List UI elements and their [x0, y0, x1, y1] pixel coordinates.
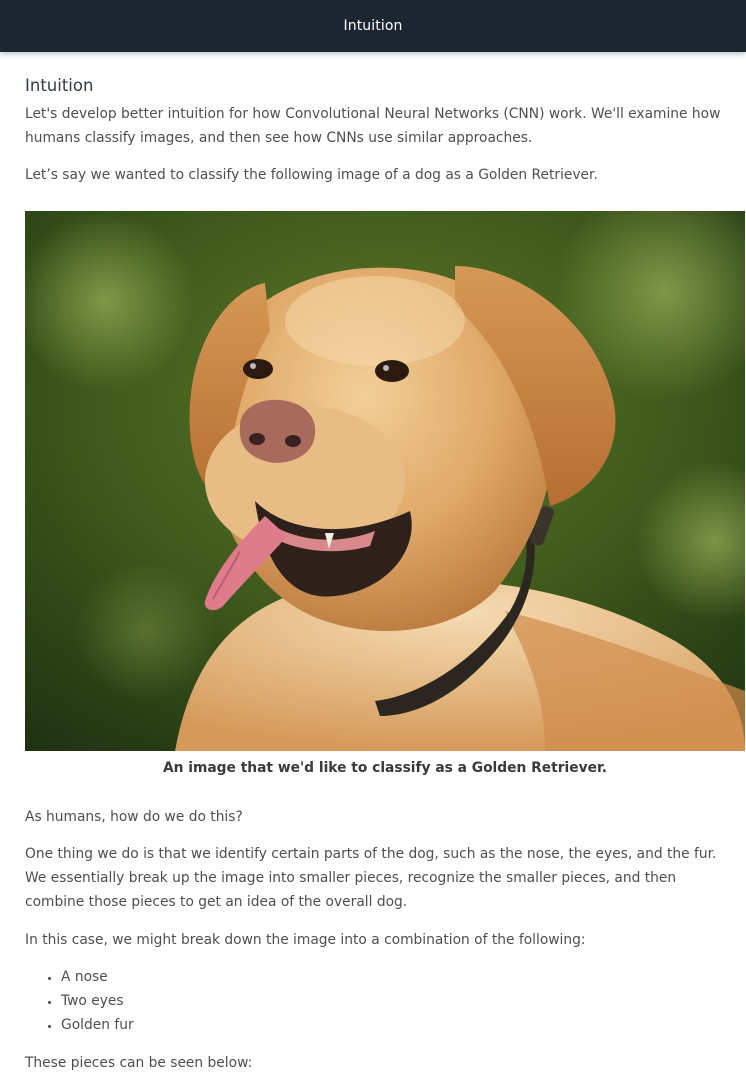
list-item: Golden fur: [61, 1013, 134, 1037]
golden-retriever-image: [25, 211, 745, 751]
classify-paragraph: Let’s say we wanted to classify the foll…: [25, 167, 598, 183]
list-intro-paragraph: In this case, we might break down the im…: [25, 932, 586, 948]
image-caption: An image that we'd like to classify as a…: [162, 760, 608, 776]
explanation-paragraph: One thing we do is that we identify cert…: [25, 846, 717, 910]
section-heading: Intuition: [25, 76, 94, 95]
dog-parts-list: A nose Two eyes Golden fur: [25, 965, 134, 1037]
list-item: A nose: [61, 965, 134, 989]
question-paragraph: As humans, how do we do this?: [25, 809, 243, 825]
top-navigation-bar: Intuition: [0, 0, 746, 52]
lesson-title: Intuition: [343, 18, 403, 34]
intro-paragraph: Let's develop better intuition for how C…: [25, 106, 721, 146]
pieces-paragraph: These pieces can be seen below:: [25, 1055, 253, 1071]
list-item: Two eyes: [61, 989, 134, 1013]
